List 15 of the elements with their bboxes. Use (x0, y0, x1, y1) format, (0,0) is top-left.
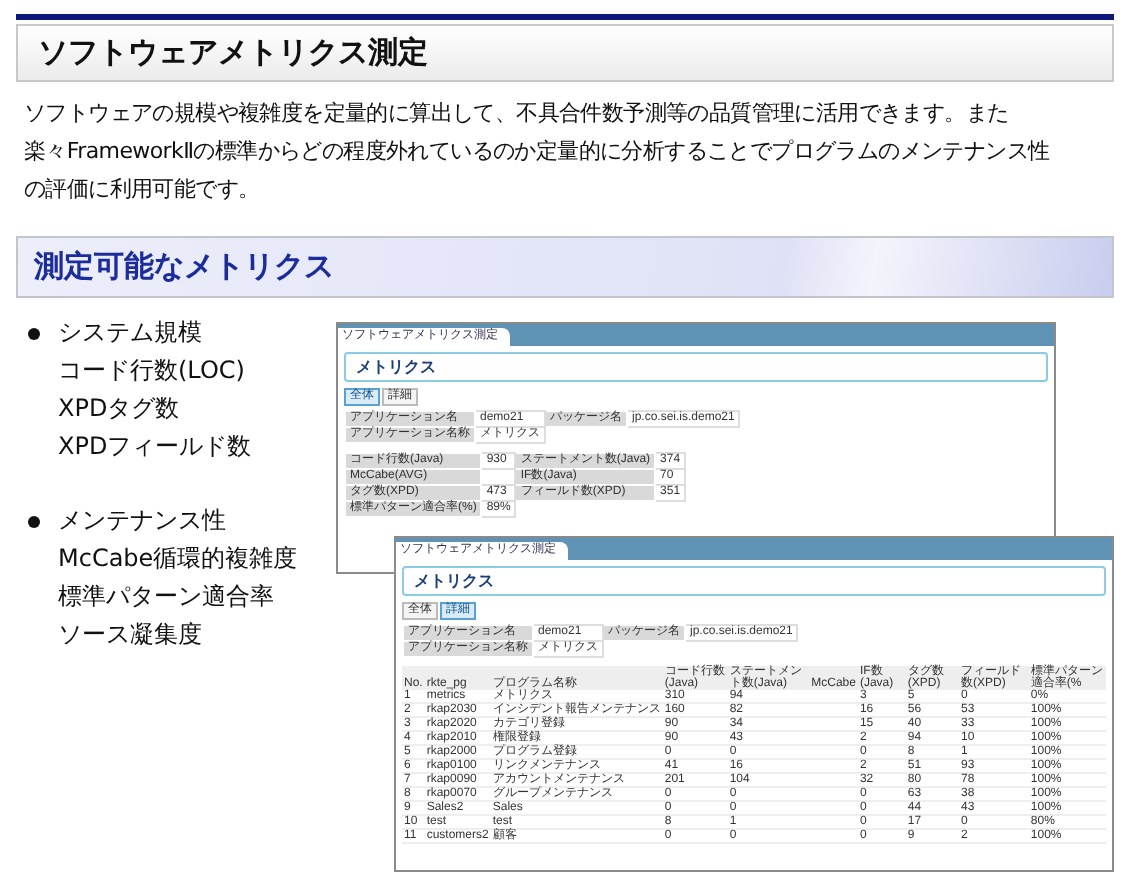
metric-category: システム規模 (58, 316, 202, 350)
metric-item: XPDタグ数 (56, 394, 180, 422)
window-heading: メトリクス (414, 574, 494, 588)
bullet-icon (28, 327, 40, 339)
metric-item: McCabe循環的複雑度 (56, 544, 298, 572)
bullet-icon (28, 515, 40, 527)
window-heading: メトリクス (356, 360, 436, 374)
metric-item: XPDフィールド数 (56, 432, 252, 460)
metric-item: 標準パターン適合率 (56, 582, 274, 610)
section-title: 測定可能なメトリクス (34, 248, 334, 286)
metric-category: メンテナンス性 (58, 504, 226, 538)
metric-item: ソース凝集度 (56, 620, 202, 648)
page-title: ソフトウェアメトリクス測定 (38, 34, 428, 72)
intro-paragraph: ソフトウェアの規模や複雑度を定量的に算出して、不具合件数予測等の品質管理に活用できます。また 楽々FrameworkⅡの標準からどの程度外れているのか定量的に分析することでプログラムのメンテナンス性 の評価に利用可能です。 (24, 98, 1052, 206)
metric-item: コード行数(LOC) (56, 356, 245, 384)
